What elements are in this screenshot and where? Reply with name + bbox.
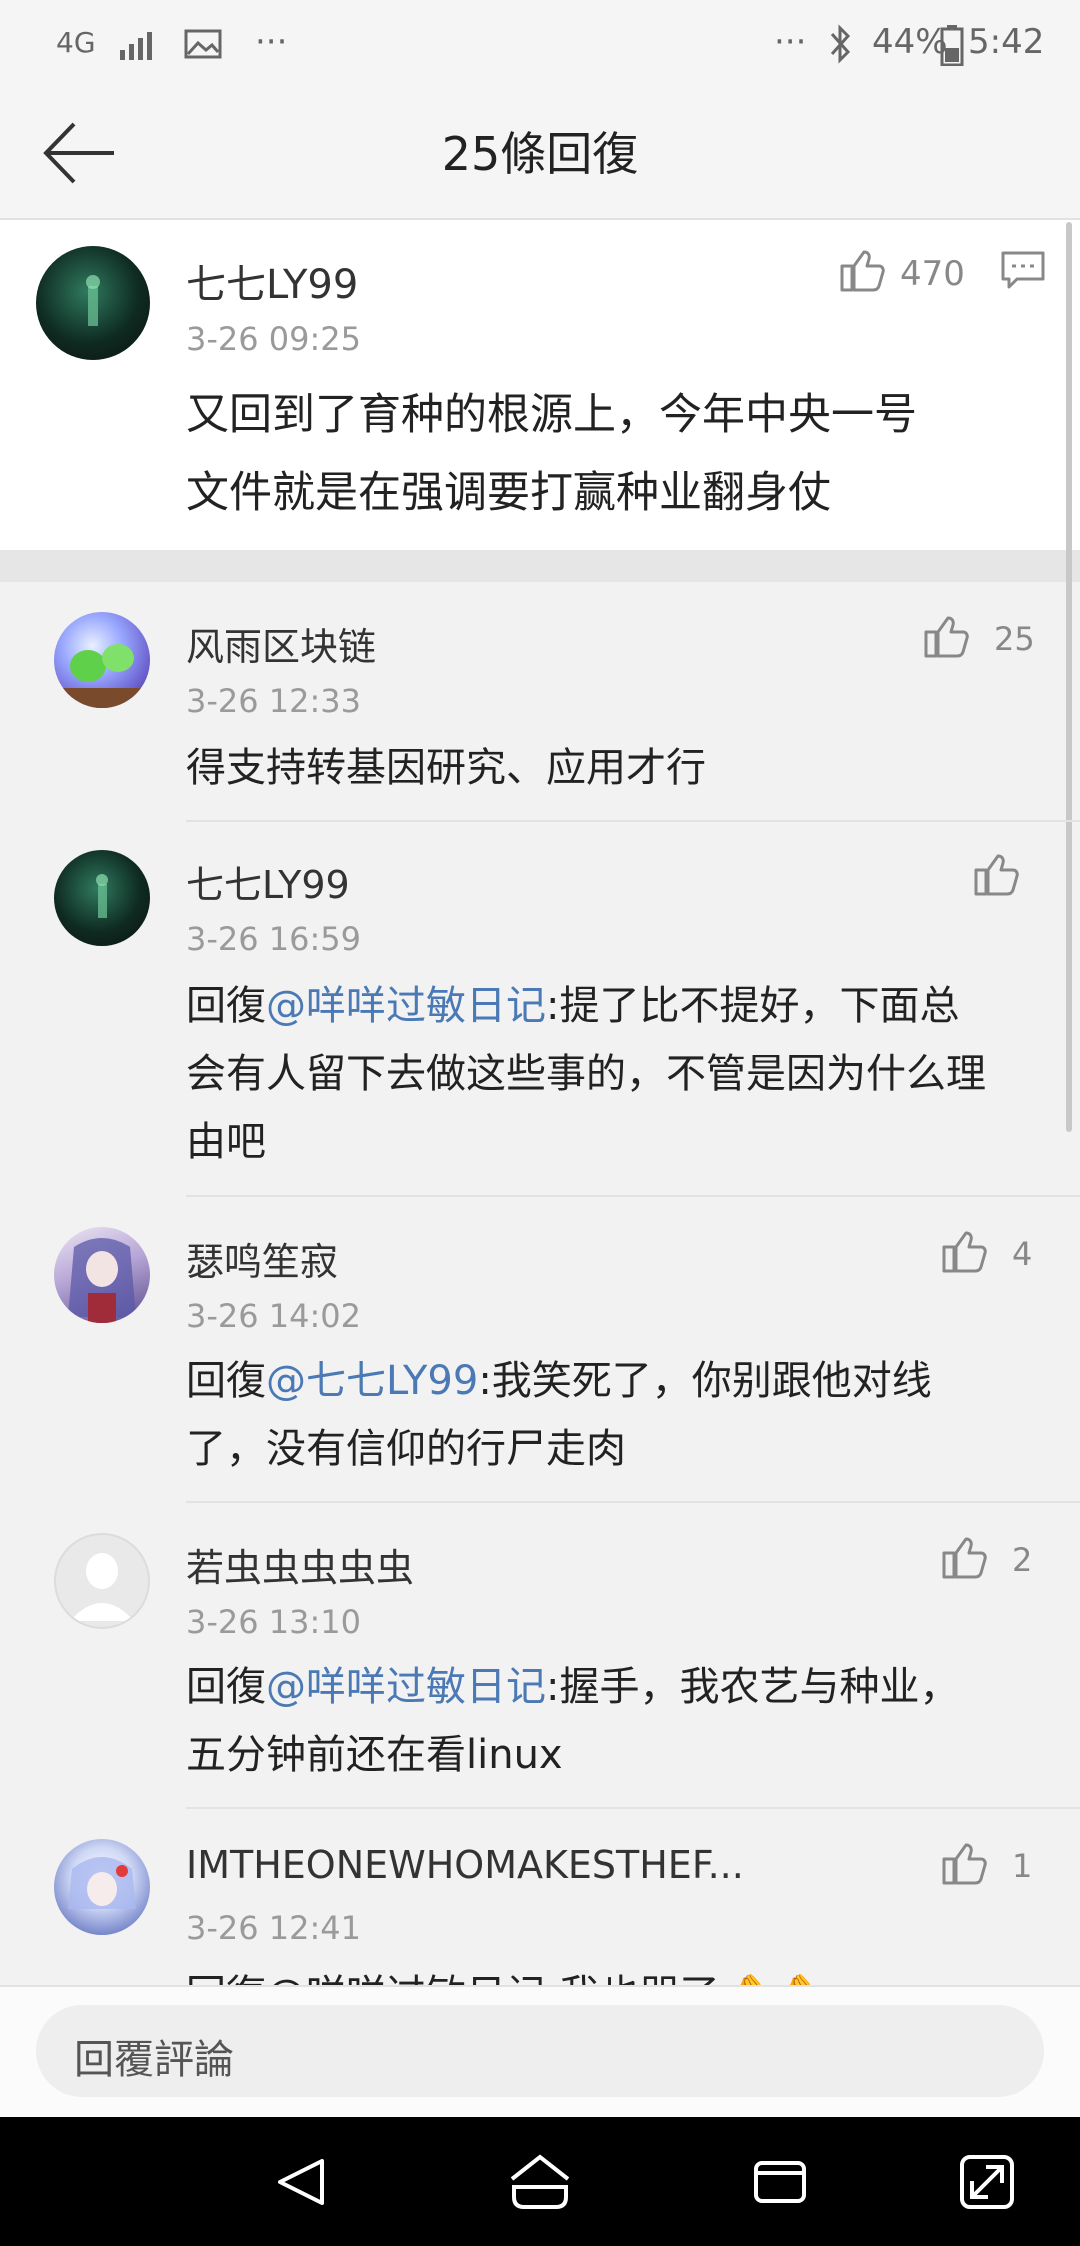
bluetooth-icon [830,24,851,64]
reply-username[interactable]: 若虫虫虫虫虫 [186,1537,414,1592]
reply-text-part: :握手，我农艺与种业， [546,1664,960,1710]
thumbs-up-icon[interactable] [972,850,1020,898]
reply-input-bar: 回覆評論 [0,1985,1080,2119]
more-notifications-icon: ··· [255,22,288,62]
nav-recents-icon[interactable] [752,2157,808,2207]
battery-icon [940,25,964,66]
battery-percent: 44% [872,22,948,62]
reply-text-line-2: 了，没有信仰的行尸走肉 [186,1426,626,1472]
reply-item: IMTHEONEWHOMAKESTHEF... 3-26 12:41 1 回復@… [0,1809,1080,1985]
avatar[interactable] [54,1839,150,1935]
status-bar: 4G ··· ··· 44% 5:42 [0,0,1080,90]
reply-text-line-3: 由吧 [186,1119,266,1165]
reply-time: 3-26 12:33 [186,682,362,720]
reply-username[interactable]: 瑟鸣笙寂 [186,1231,338,1286]
avatar[interactable] [54,612,150,708]
comment-text-line-2: 文件就是在强调要打赢种业翻身仗 [186,468,831,518]
top-bar: 25條回復 [0,90,1080,220]
like-count: 470 [900,254,965,294]
nav-back-icon[interactable] [274,2155,328,2209]
thumbs-up-icon[interactable] [940,1839,988,1887]
mention-link[interactable]: @咩咩过敏日记 [266,983,546,1029]
avatar[interactable] [54,1227,150,1323]
reply-item: 七七LY99 3-26 16:59 回復@咩咩过敏日记:提了比不提好，下面总 会… [0,822,1080,1197]
avatar[interactable] [54,850,150,946]
reply-username[interactable]: IMTHEONEWHOMAKESTHEF... [186,1843,744,1887]
reply-item: 风雨区块链 3-26 12:33 25 得支持转基因研究、应用才行 [0,582,1080,822]
like-count: 25 [994,620,1035,658]
comment-time: 3-26 09:25 [186,320,362,358]
status-dots: ··· [774,22,807,62]
signal-icon [120,32,152,60]
reply-username[interactable]: 风雨区块链 [186,616,376,671]
like-count: 4 [1012,1235,1033,1273]
reply-time: 3-26 13:10 [186,1603,362,1641]
reply-time: 3-26 16:59 [186,920,362,958]
default-user-icon [70,1553,134,1621]
image-icon [184,29,222,59]
reply-username[interactable]: 七七LY99 [186,854,350,909]
nav-expand-icon[interactable] [958,2153,1016,2211]
reply-prefix: 回復 [186,1358,266,1404]
thumbs-up-icon[interactable] [940,1227,988,1275]
avatar-figure-icon [96,874,108,918]
mention-link[interactable]: @七七LY99 [266,1358,478,1404]
reply-time: 3-26 14:02 [186,1297,362,1335]
avatar[interactable] [36,246,150,360]
reply-time: 3-26 12:41 [186,1909,362,1947]
avatar-plant-icon [54,644,150,708]
reply-input-placeholder: 回覆評論 [74,2037,234,2083]
reply-item: 瑟鸣笙寂 3-26 14:02 4 回復@七七LY99:我笑死了，你别跟他对线 … [0,1197,1080,1503]
like-count: 2 [1012,1541,1033,1579]
reply-text: 得支持转基因研究、应用才行 [186,745,706,791]
reply-text-part: :我笑死了，你别跟他对线 [478,1358,932,1404]
reply-text-line-2: 五分钟前还在看linux [186,1732,563,1778]
page-title: 25條回復 [441,127,639,181]
avatar-anime-girl-icon [68,1238,136,1323]
comment-text-line-1: 又回到了育种的根源上，今年中央一号 [186,390,917,440]
reply-prefix: 回復 [186,1664,266,1710]
thumbs-up-icon[interactable] [940,1533,988,1581]
reply-text-line-1: 回復@七七LY99:我笑死了，你别跟他对线 [186,1347,932,1415]
mention-link[interactable]: @咩咩过敏日记 [266,1664,546,1710]
reply-text-line-1: 回復@咩咩过敏日记:提了比不提好，下面总 [186,972,959,1040]
reply-text-partial: 回復@咩咩过敏日记:我也哭了🤌🤌 [186,1961,819,1985]
reply-text-part: :提了比不提好，下面总 [546,983,960,1029]
nav-home-icon[interactable] [508,2153,572,2211]
thumbs-up-icon[interactable] [838,246,886,294]
like-count: 1 [1012,1847,1033,1885]
avatar-figure-icon [86,275,100,326]
avatar[interactable] [54,1533,150,1629]
comment-username[interactable]: 七七LY99 [186,252,358,310]
reply-text-line-1: 回復@咩咩过敏日记:握手，我农艺与种业， [186,1653,959,1721]
reply-item: 若虫虫虫虫虫 3-26 13:10 2 回復@咩咩过敏日记:握手，我农艺与种业，… [0,1503,1080,1809]
main-comment: 七七LY99 3-26 09:25 470 又回到了育种的根源上，今年中央一号 … [0,220,1080,550]
thumbs-up-icon[interactable] [922,612,970,660]
clock: 5:42 [968,22,1045,62]
reply-icon[interactable] [1000,250,1046,292]
reply-prefix: 回復 [186,983,266,1029]
reply-text-line-2: 会有人留下去做这些事的，不管是因为什么理 [186,1051,986,1097]
network-4g-icon: 4G [56,26,96,59]
section-divider [0,550,1080,582]
system-nav-bar [0,2117,1080,2246]
avatar-anime-character-icon [68,1857,136,1909]
reply-input[interactable]: 回覆評論 [36,2005,1044,2097]
